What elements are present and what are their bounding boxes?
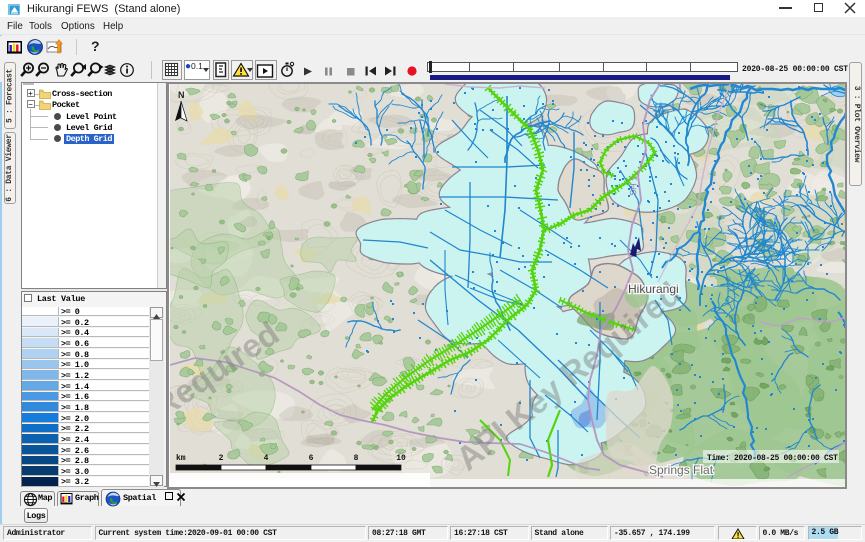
svg-text:2: 2 bbox=[219, 454, 224, 463]
svg-text:10: 10 bbox=[396, 454, 406, 463]
svg-text:SH 1: SH 1 bbox=[628, 176, 639, 196]
svg-text:Hikurangi: Hikurangi bbox=[628, 282, 679, 296]
svg-text:Springs Flat: Springs Flat bbox=[649, 463, 714, 477]
svg-text:4: 4 bbox=[264, 454, 269, 463]
svg-text:km: km bbox=[176, 454, 186, 463]
svg-text:Time: 2020-08-25 00:00:00 CST: Time: 2020-08-25 00:00:00 CST bbox=[707, 454, 838, 463]
svg-text:6: 6 bbox=[309, 454, 314, 463]
svg-text:8: 8 bbox=[354, 454, 359, 463]
svg-text:N: N bbox=[178, 90, 185, 100]
